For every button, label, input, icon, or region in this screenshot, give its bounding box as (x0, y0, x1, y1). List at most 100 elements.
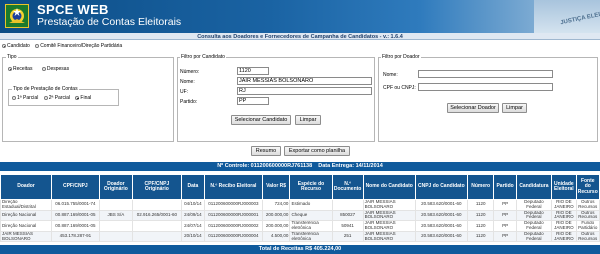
column-header[interactable]: CPF/CNPJ Originário (131, 174, 182, 200)
table-cell: 02.916.265/0001-60 (131, 209, 182, 222)
app-title: SPCE WEB (37, 2, 109, 17)
limpar-doador-button[interactable]: Limpar (502, 103, 527, 113)
tipo-radio-despesas[interactable] (41, 67, 46, 71)
column-header[interactable]: Fonte do Recurso (575, 174, 600, 200)
table-cell: Deputado Federal (515, 199, 553, 211)
table-cell: 200.000,00 (261, 209, 291, 222)
table-cell: JAIR MESSIAS BOLSONARO (362, 230, 416, 243)
brazil-coat-of-arms-icon (5, 4, 29, 28)
table-cell: JBS S/A (98, 209, 133, 222)
table-cell: 4.500,00 (261, 230, 291, 243)
column-header[interactable]: Doador (0, 174, 53, 200)
column-header[interactable]: N.º Recibo Eleitoral (204, 174, 263, 200)
column-header[interactable]: CNPJ do Candidato (414, 174, 468, 200)
scope-radio-candidato[interactable] (2, 44, 6, 48)
table-cell (98, 220, 133, 232)
table-cell: Cheque (289, 209, 333, 222)
table-row: JAIR MESSIAS BOLSONARO 453.178.287-91 20… (0, 230, 600, 243)
scope-radio-group: Candidato Comitê Financeiro/Direção Part… (2, 43, 126, 49)
resumo-button[interactable]: Resumo (251, 146, 281, 156)
table-cell: 011200600000RJ000001 (204, 209, 263, 222)
table-cell: 724,00 (261, 199, 291, 211)
table-cell: 00.887.169/0001-05 (51, 220, 100, 232)
table-cell: Fundo Partidário (575, 220, 600, 232)
prestacao-label-parcial-1: 1ª Parcial (17, 95, 39, 101)
table-cell: Deputado Federal (515, 220, 553, 232)
candidato-nome-label: Nome: (180, 79, 195, 85)
table-cell: Outros Recursos (575, 209, 600, 222)
table-cell: 20.583.620/0001-60 (414, 230, 468, 243)
table-row: Direção Nacional 00.887.169/0001-05 24/0… (0, 220, 600, 232)
table-cell: 50941 (331, 220, 364, 232)
table-cell: RIO DE JANEIRO (551, 209, 577, 222)
table-cell (98, 199, 133, 211)
table-cell: 20.583.620/0001-60 (414, 199, 468, 211)
table-cell: 06.015.755/0001-74 (51, 199, 100, 211)
table-cell: PP (493, 230, 517, 243)
column-header[interactable]: Número (466, 174, 495, 200)
tipo-radio-group: Receitas Despesas (8, 66, 73, 72)
table-cell: 04/10/14 (180, 199, 206, 211)
limpar-candidato-button[interactable]: Limpar (295, 115, 321, 125)
selecionar-candidato-button[interactable]: Selecionar Candidato (231, 115, 291, 125)
table-cell: Outros Recursos (575, 230, 600, 243)
table-cell: Deputado Federal (515, 230, 553, 243)
table-cell: 251 (331, 230, 364, 243)
exportar-planilha-button[interactable]: Exportar como planilha (284, 146, 350, 156)
table-cell: 20.583.620/0001-60 (414, 209, 468, 222)
column-header[interactable]: Doador Originário (98, 174, 133, 200)
doador-cpf-input[interactable] (418, 83, 553, 91)
selecionar-doador-button[interactable]: Selecionar Doador (447, 103, 499, 113)
column-header[interactable]: Unidade Eleitoral (551, 174, 577, 200)
table-cell: JAIR MESSIAS BOLSONARO (362, 220, 416, 232)
candidato-partido-label: Partido: (180, 99, 198, 105)
table-cell (131, 220, 182, 232)
table-cell: 1120 (466, 230, 495, 243)
table-header-row: Doador CPF/CNPJ Doador Originário CPF/CN… (0, 174, 600, 200)
column-header[interactable]: CPF/CNPJ (51, 174, 100, 200)
table-cell: 453.178.287-91 (51, 230, 100, 243)
table-cell: 011200600000RJ000002 (204, 220, 263, 232)
table-cell: JAIR MESSIAS BOLSONARO (362, 199, 416, 211)
column-header[interactable]: Candidatura (515, 174, 553, 200)
candidato-partido-input[interactable]: PP (237, 97, 269, 105)
table-cell: Direção Nacional (0, 209, 53, 222)
tipo-label-receitas: Receitas (13, 66, 33, 72)
table-cell (131, 230, 182, 243)
table-cell: RIO DE JANEIRO (551, 230, 577, 243)
column-header[interactable]: Espécie do Recurso (289, 174, 333, 200)
candidato-numero-input[interactable]: 1120 (237, 67, 269, 75)
table-cell: 00.887.169/0001-05 (51, 209, 100, 222)
table-cell: 24/09/14 (180, 209, 206, 222)
doador-nome-input[interactable] (418, 70, 553, 78)
table-cell: Deputado Federal (515, 209, 553, 222)
candidato-uf-input[interactable]: RJ (237, 87, 372, 95)
column-header[interactable]: N.º Documento (331, 174, 364, 200)
column-header[interactable]: Nome do Candidato (362, 174, 416, 200)
table-cell (331, 199, 364, 211)
column-header[interactable]: Valor R$ (261, 174, 291, 200)
filtro-candidato-fieldset (177, 57, 375, 142)
table-cell: PP (493, 199, 517, 211)
candidato-uf-label: UF: (180, 89, 189, 95)
prestacao-label-final: Final (80, 95, 92, 101)
table-cell: Outros Recursos (575, 199, 600, 211)
prestacao-legend: Tipo de Prestação de Contas (12, 86, 79, 92)
filtro-candidato-legend: Filtro por Candidato (180, 54, 226, 60)
candidato-numero-label: Número: (180, 69, 200, 75)
table-cell: 200.000,00 (261, 220, 291, 232)
prestacao-radio-final[interactable] (75, 96, 80, 100)
candidato-nome-input[interactable]: JAIR MESSIAS BOLSONARO (237, 77, 372, 85)
prestacao-radio-parcial-1[interactable] (12, 96, 16, 100)
column-header[interactable]: Data (180, 174, 206, 200)
scope-radio-comite[interactable] (35, 44, 40, 48)
prestacao-radio-parcial-2[interactable] (43, 96, 48, 100)
table-cell: 850027 (331, 209, 364, 222)
table-cell: Transferência eletrônica (289, 230, 333, 243)
tipo-radio-receitas[interactable] (8, 67, 12, 71)
table-cell: RIO DE JANEIRO (551, 199, 577, 211)
table-row: Direção Nacional 00.887.169/0001-05 JBS … (0, 209, 600, 222)
form-title: Consulta aos Doadores e Fornecedores de … (197, 34, 403, 40)
column-header[interactable]: Partido (493, 174, 517, 200)
table-cell (98, 230, 133, 243)
